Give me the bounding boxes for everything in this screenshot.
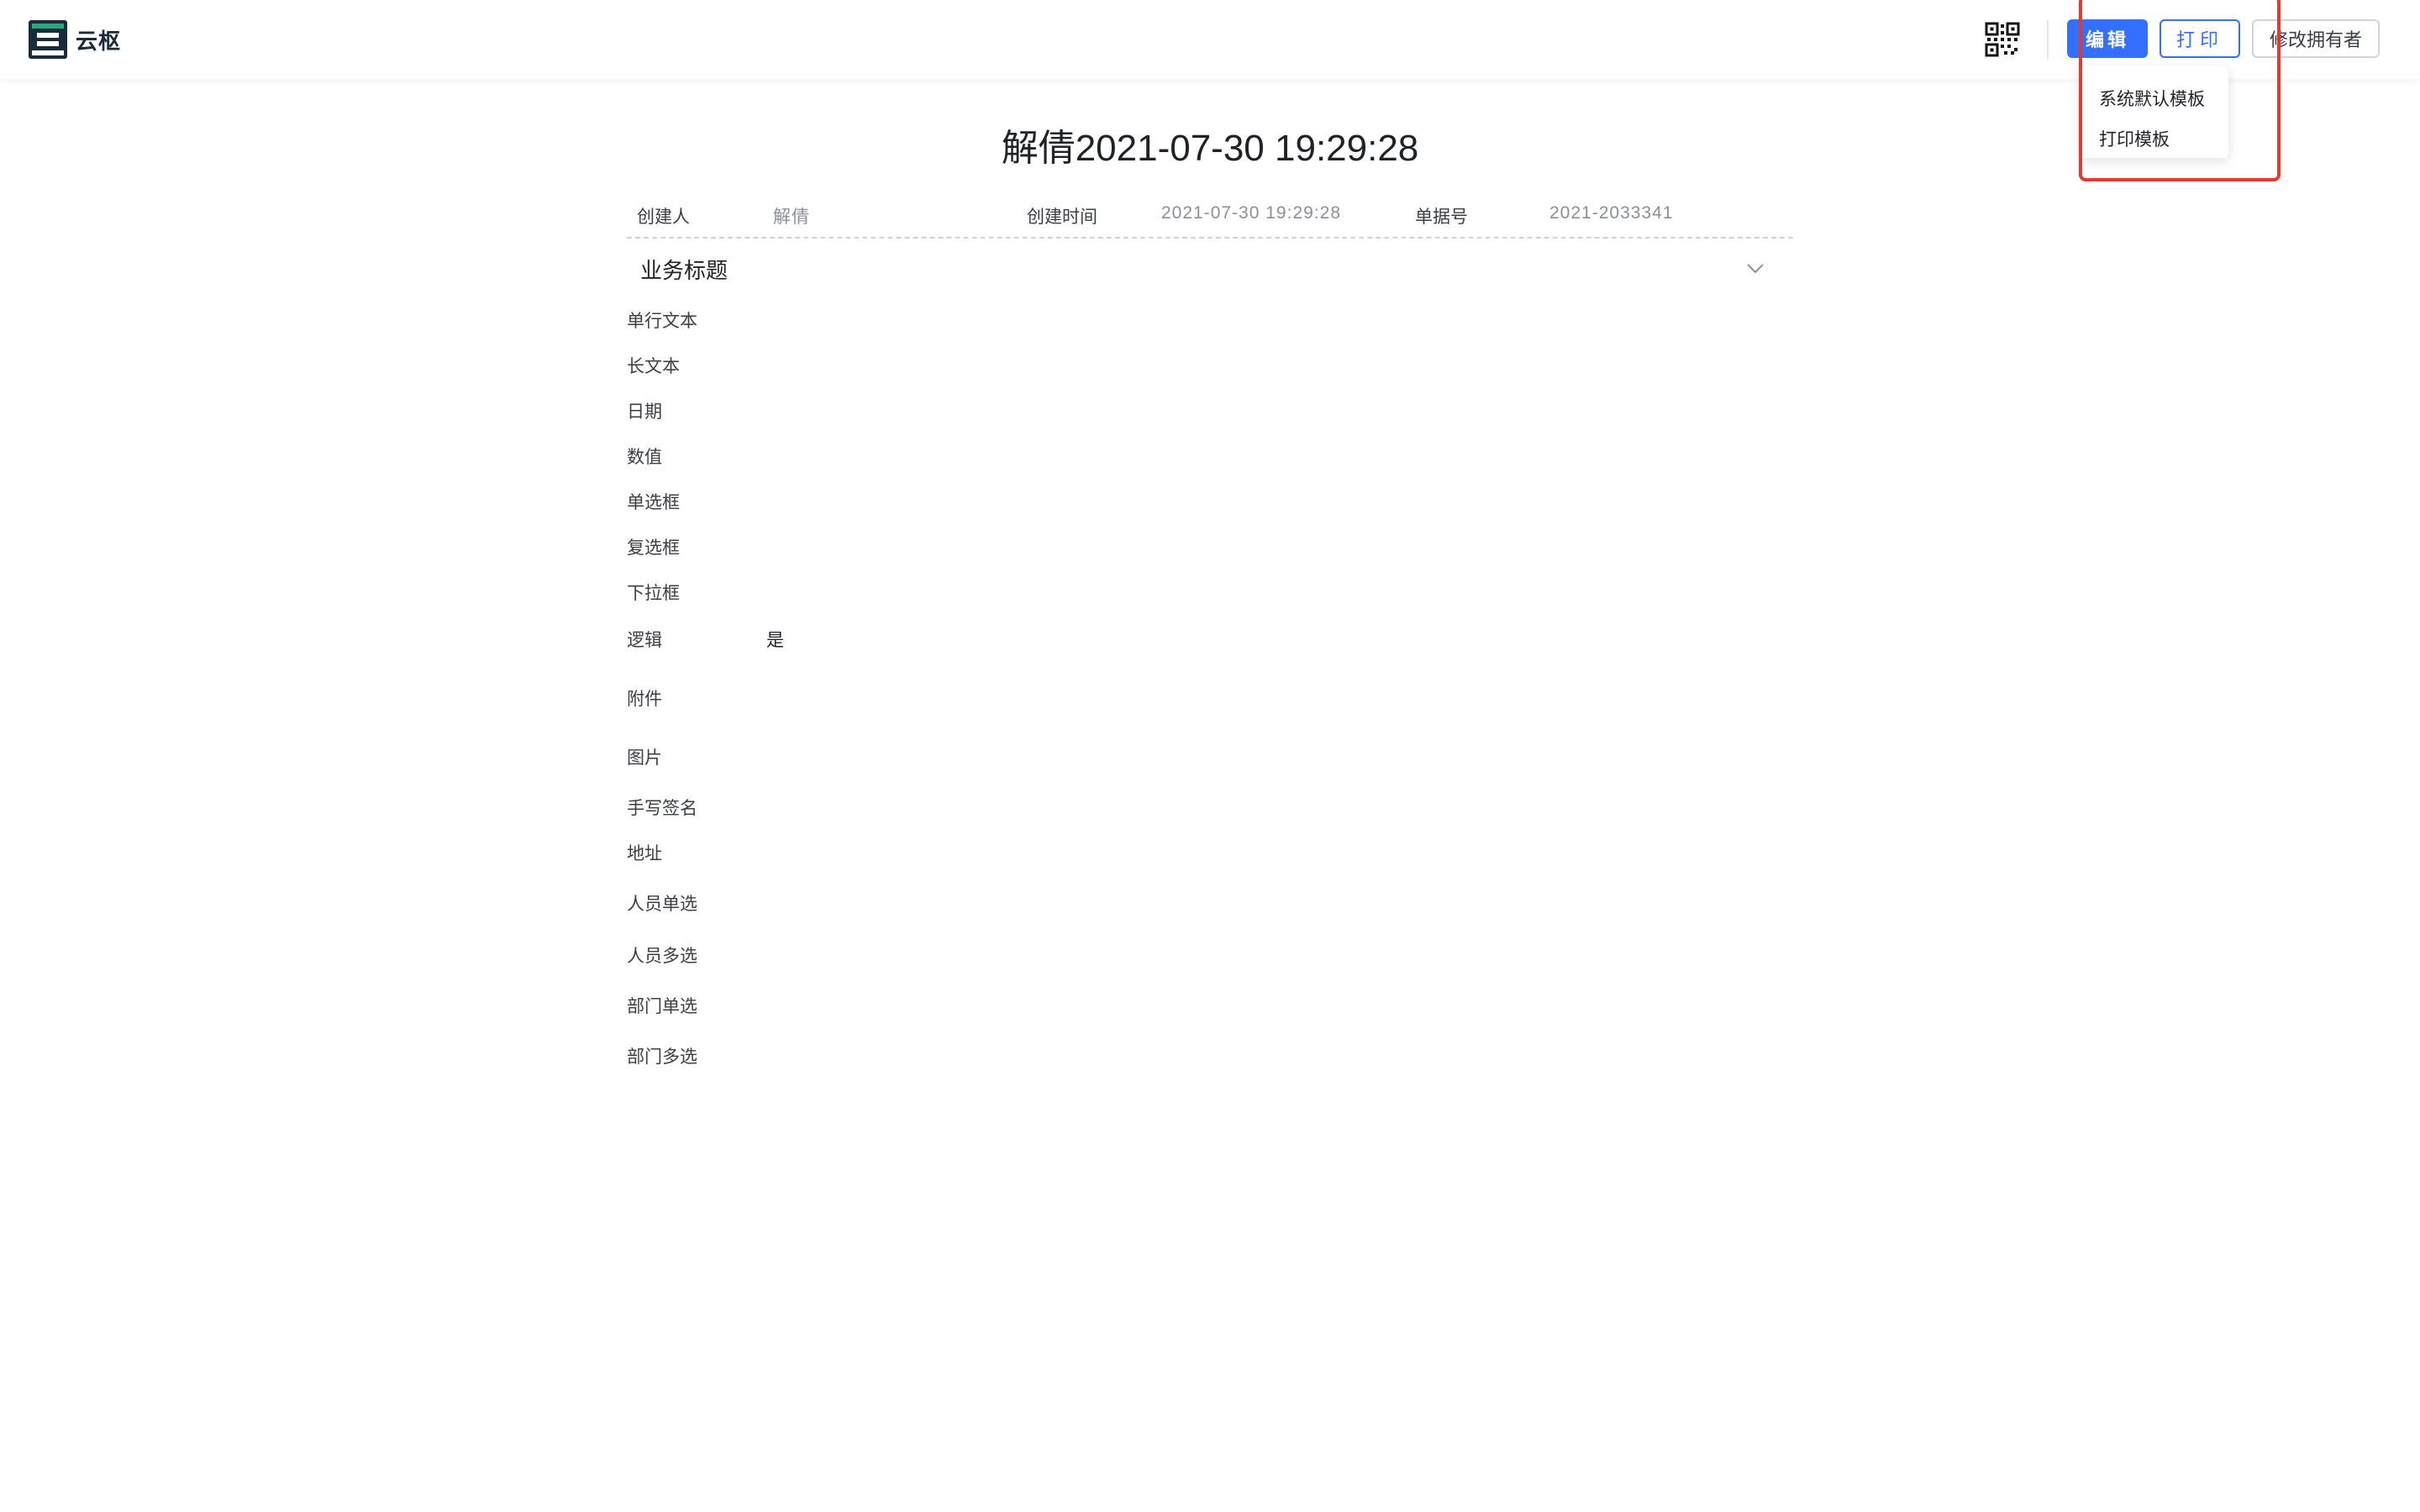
change-owner-button[interactable]: 修改拥有者 xyxy=(2252,19,2380,58)
field-label-logic: 逻辑 xyxy=(627,631,662,650)
edit-button[interactable]: 编辑 xyxy=(2067,19,2148,58)
field-label-signature: 手写签名 xyxy=(627,799,697,818)
meta-label-creator: 创建人 xyxy=(637,207,690,227)
menu-item-print-template[interactable]: 打印模板 xyxy=(2099,126,2170,151)
meta-label-doc-number: 单据号 xyxy=(1415,207,1468,227)
field-label-radio: 单选框 xyxy=(627,493,680,512)
print-button[interactable]: 打印 xyxy=(2160,19,2240,58)
field-label-dropdown: 下拉框 xyxy=(627,584,680,603)
field-label-single-line-text: 单行文本 xyxy=(627,312,697,331)
field-label-address: 地址 xyxy=(627,844,662,864)
field-label-dept-single: 部门单选 xyxy=(627,997,697,1016)
field-label-checkbox: 复选框 xyxy=(627,538,680,558)
chevron-down-icon[interactable] xyxy=(1744,257,1766,279)
field-label-number: 数值 xyxy=(627,448,662,467)
field-label-date: 日期 xyxy=(627,402,662,422)
field-value-logic: 是 xyxy=(766,631,784,650)
print-template-menu: 系统默认模板 打印模板 xyxy=(2081,66,2228,158)
logo-text: 云枢 xyxy=(76,28,122,54)
meta-value-created-time: 2021-07-30 19:29:28 xyxy=(1161,203,1341,223)
field-label-image: 图片 xyxy=(627,748,662,768)
field-label-user-multi: 人员多选 xyxy=(627,947,697,966)
field-label-dept-multi: 部门多选 xyxy=(627,1047,697,1067)
meta-value-creator: 解倩 xyxy=(773,207,810,227)
meta-value-doc-number: 2021-2033341 xyxy=(1549,203,1674,223)
qr-code-icon[interactable] xyxy=(1985,22,2020,57)
section-title: 业务标题 xyxy=(640,258,729,283)
meta-divider xyxy=(627,237,1793,239)
header-divider xyxy=(2047,20,2049,59)
menu-item-default-template[interactable]: 系统默认模板 xyxy=(2099,86,2205,111)
field-label-long-text: 长文本 xyxy=(627,357,680,376)
page-title: 解倩2021-07-30 19:29:28 xyxy=(1001,128,1419,169)
top-header: 云枢 编辑 打印 修改拥有者 xyxy=(0,0,2420,79)
logo[interactable]: 云枢 xyxy=(29,20,121,59)
field-label-user-single: 人员单选 xyxy=(627,895,697,914)
field-label-attachment: 附件 xyxy=(627,690,662,709)
logo-icon xyxy=(29,20,67,59)
meta-label-created-time: 创建时间 xyxy=(1027,207,1097,227)
